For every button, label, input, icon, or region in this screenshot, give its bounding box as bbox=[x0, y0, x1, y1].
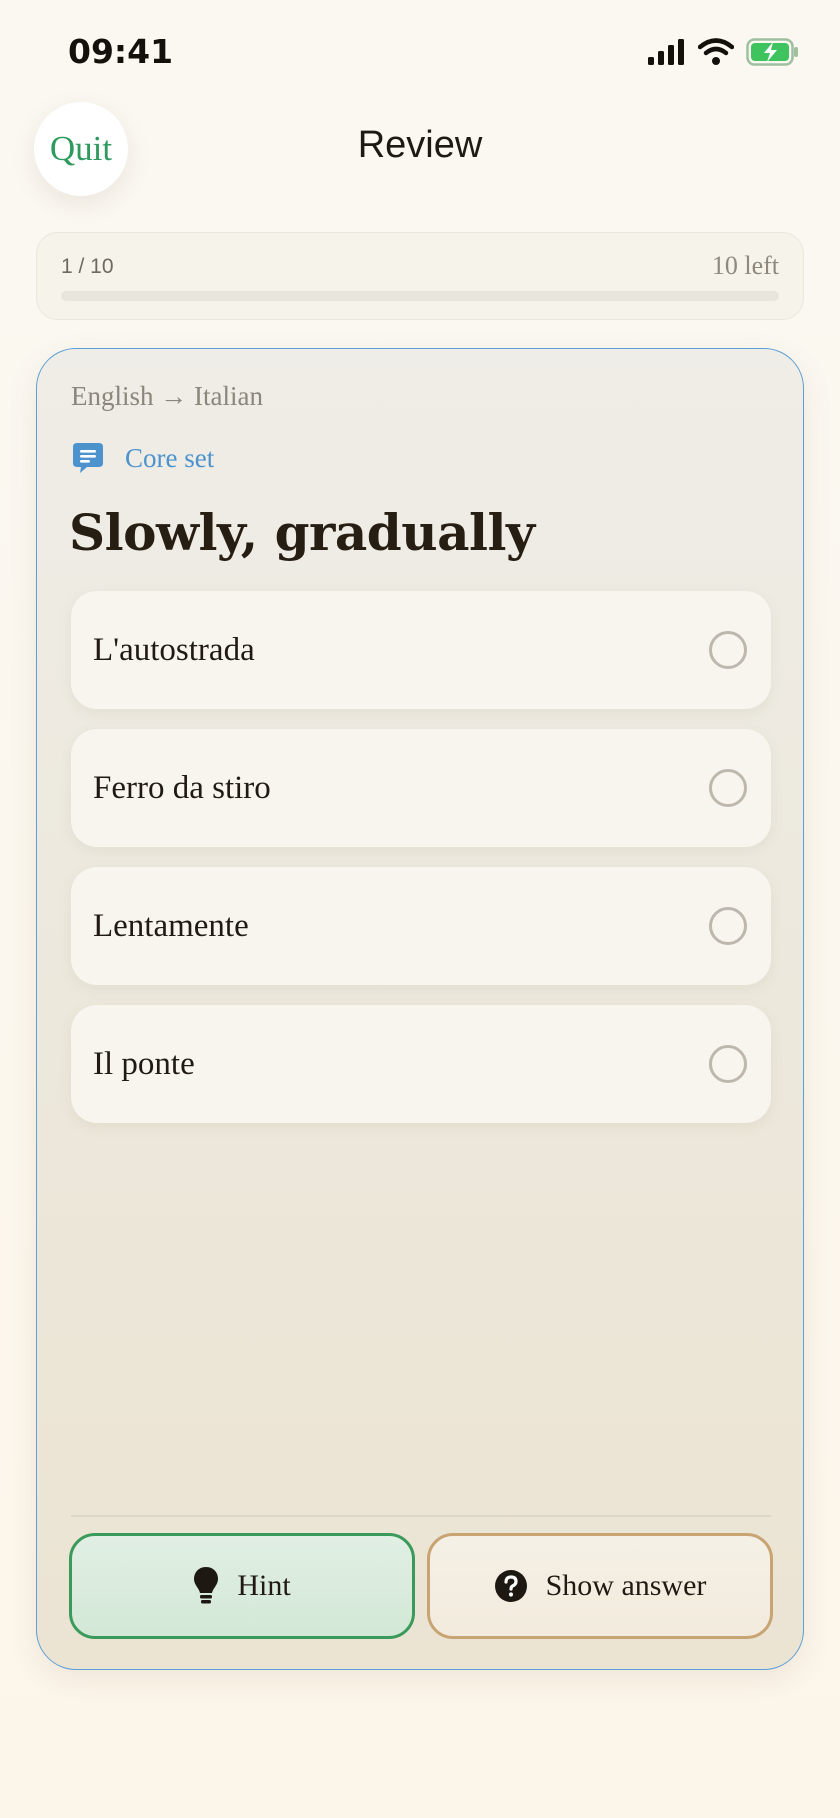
lightbulb-icon bbox=[194, 1567, 219, 1604]
prompt-text: Slowly, gradually bbox=[69, 503, 535, 562]
show-answer-button[interactable]: Show answer bbox=[427, 1533, 773, 1639]
option-label: L'autostrada bbox=[93, 631, 255, 668]
signal-icon bbox=[648, 39, 684, 65]
progress-bar bbox=[61, 291, 779, 301]
radio-circle-icon[interactable] bbox=[709, 769, 747, 807]
status-time: 09:41 bbox=[68, 32, 174, 71]
question-card: English → Italian Core set Slowly, gradu… bbox=[36, 348, 804, 1670]
status-icons bbox=[648, 38, 800, 66]
status-bar: 09:41 bbox=[0, 0, 840, 100]
wifi-icon bbox=[698, 38, 734, 65]
answer-option[interactable]: Il ponte bbox=[71, 1005, 771, 1123]
battery-charging-icon bbox=[746, 38, 798, 66]
page-title: Review bbox=[357, 124, 483, 166]
radio-circle-icon[interactable] bbox=[709, 907, 747, 945]
answer-options: L'autostrada Ferro da stiro Lentamente I… bbox=[71, 591, 771, 1143]
radio-circle-icon[interactable] bbox=[709, 1045, 747, 1083]
option-label: Il ponte bbox=[93, 1045, 195, 1082]
answer-option[interactable]: Ferro da stiro bbox=[71, 729, 771, 847]
hint-label: Hint bbox=[237, 1569, 291, 1602]
language-direction: English → Italian bbox=[71, 381, 263, 411]
set-label: Core set bbox=[125, 442, 215, 473]
hint-button[interactable]: Hint bbox=[69, 1533, 415, 1639]
answer-option[interactable]: Lentamente bbox=[71, 867, 771, 985]
question-icon bbox=[494, 1570, 527, 1602]
progress-count: 1 / 10 bbox=[61, 255, 114, 278]
answer-option[interactable]: L'autostrada bbox=[71, 591, 771, 709]
show-answer-label: Show answer bbox=[545, 1569, 707, 1602]
option-label: Ferro da stiro bbox=[93, 769, 271, 806]
set-tag: Core set bbox=[71, 441, 214, 475]
progress-panel: 1 / 10 10 left bbox=[36, 232, 804, 320]
radio-circle-icon[interactable] bbox=[709, 631, 747, 669]
option-label: Lentamente bbox=[93, 907, 249, 944]
progress-remaining: 10 left bbox=[711, 251, 779, 280]
divider bbox=[71, 1515, 771, 1517]
message-icon bbox=[73, 443, 103, 473]
